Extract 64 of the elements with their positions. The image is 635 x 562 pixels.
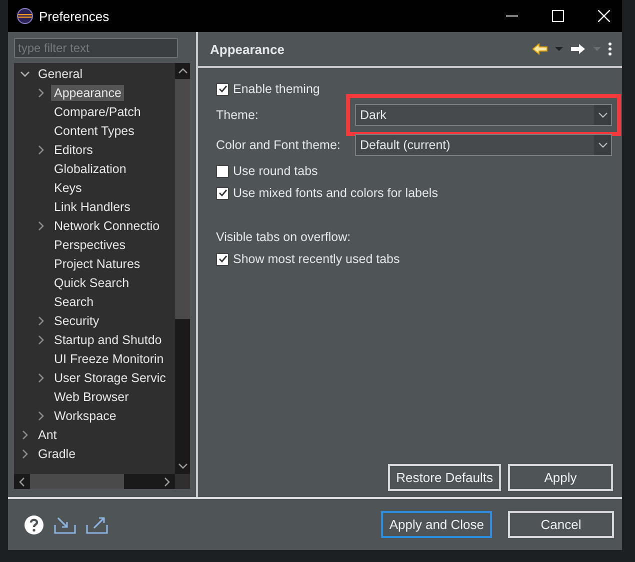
expand-chevron-icon[interactable] [36,316,46,326]
maximize-icon[interactable] [552,10,564,22]
checkbox-label: Enable theming [233,82,320,96]
expand-chevron-icon[interactable] [36,144,46,154]
tree-item[interactable]: Keys [51,180,85,196]
tree-item[interactable]: Compare/Patch [51,104,144,120]
checkbox-label: Use round tabs [233,164,318,178]
button[interactable]: Cancel [508,511,614,538]
field-label: Theme: [216,108,260,122]
tree-item[interactable]: Security [51,312,102,328]
vertical-scrollbar[interactable] [175,63,190,474]
tree-item[interactable]: Workspace [51,408,120,424]
checkbox[interactable] [216,164,229,178]
tree-item[interactable]: Ant [35,426,60,442]
section-label: Visible tabs on overflow: [216,230,351,244]
expand-chevron-icon[interactable] [36,220,46,230]
checkbox[interactable] [216,186,229,200]
button[interactable]: Apply and Close [381,511,492,538]
tree-item[interactable]: Web Browser [51,388,132,404]
tree-item[interactable]: Quick Search [51,274,132,290]
tree-item[interactable]: Network Connectio [51,218,163,234]
menu-icon[interactable] [608,42,612,56]
tree-item[interactable]: Appearance [51,84,124,100]
checkbox-label: Use mixed fonts and colors for labels [233,186,438,200]
close-icon[interactable] [598,10,610,22]
tree-item[interactable]: Search [51,294,97,310]
chevron-down-icon[interactable] [594,135,611,155]
tree-item[interactable]: Perspectives [51,236,129,252]
expand-chevron-icon[interactable] [36,410,46,420]
tree-item[interactable]: UI Freeze Monitorin [51,350,167,366]
horizontal-scrollbar[interactable] [14,474,175,489]
expand-chevron-icon[interactable] [20,430,30,440]
expand-chevron-icon[interactable] [20,448,30,458]
expand-chevron-icon[interactable] [36,334,46,344]
import-icon[interactable] [54,516,76,534]
tree-item[interactable]: Project Natures [51,256,144,272]
expand-chevron-icon[interactable] [36,88,46,98]
checkbox[interactable] [216,252,229,266]
tree-item[interactable]: Content Types [51,122,138,138]
window-title: Preferences [39,8,110,24]
page-title: Appearance [210,42,284,56]
button[interactable]: Apply [508,464,613,491]
tree-item[interactable]: User Storage Servic [51,370,169,386]
forward-arrow-icon[interactable] [570,43,586,55]
tree-item[interactable]: Editors [51,142,96,158]
help-icon[interactable] [24,514,44,534]
checkbox[interactable] [216,82,229,96]
button[interactable]: Restore Defaults [388,464,501,491]
expand-chevron-icon[interactable] [36,372,46,382]
filter-field[interactable]: type filter text [14,38,178,58]
app-logo-icon [17,8,33,24]
tree-item[interactable]: Globalization [51,160,130,176]
checkbox-label: Show most recently used tabs [233,252,400,266]
dropdown[interactable]: Default (current) [355,134,612,156]
tree-item[interactable]: General [35,66,86,82]
collapse-chevron-icon[interactable] [20,68,30,78]
chevron-down-icon[interactable] [594,105,611,125]
tree-item[interactable]: Link Handlers [51,198,134,214]
tree-item[interactable]: Startup and Shutdo [51,332,165,348]
tree-item[interactable]: Gradle [35,446,79,462]
back-arrow-icon[interactable] [532,43,548,55]
export-icon[interactable] [86,516,108,534]
field-label: Color and Font theme: [216,138,342,152]
dropdown[interactable]: Dark [355,104,612,126]
